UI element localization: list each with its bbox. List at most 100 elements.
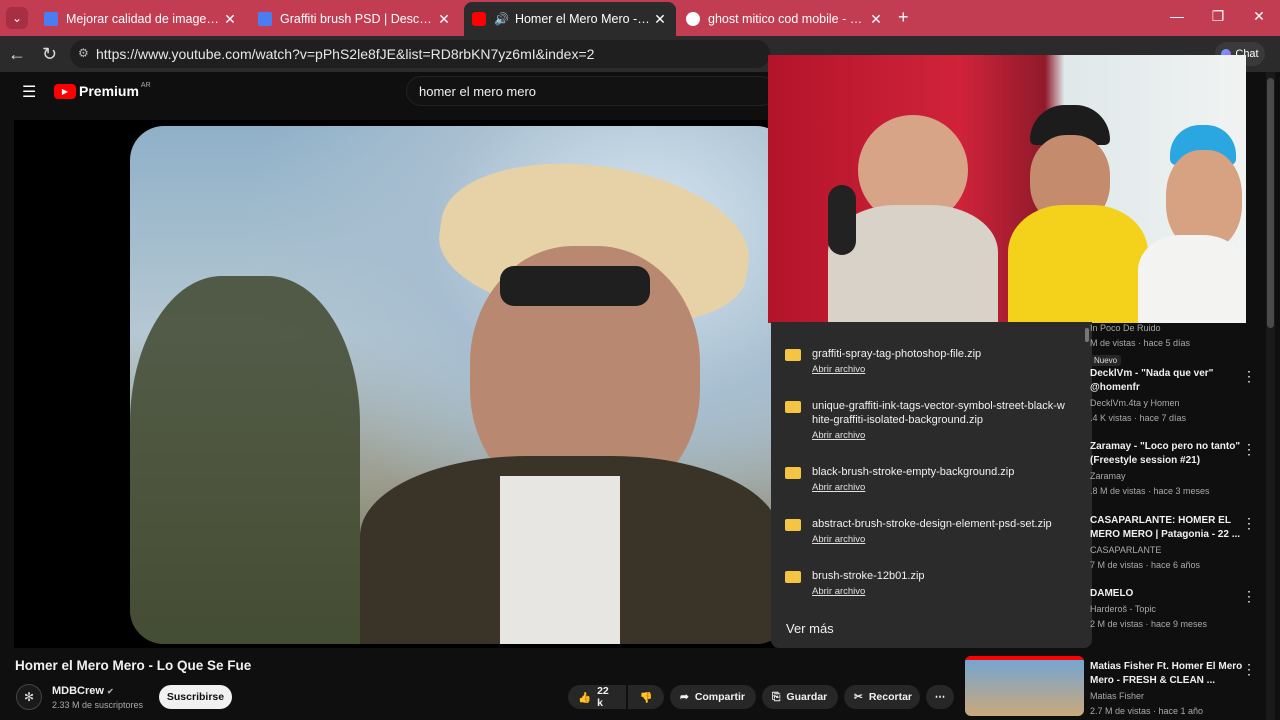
thumbs-down-icon: 👎: [639, 691, 653, 704]
related-video[interactable]: DecklVm - "Nada que ver" @homenfr DecklV…: [1090, 367, 1260, 425]
open-file-link[interactable]: Abrir archivo: [812, 586, 865, 597]
more-options-icon[interactable]: ⋮: [1242, 368, 1256, 385]
download-filename: black-brush-stroke-empty-background.zip: [812, 466, 1015, 478]
tab-youtube-active[interactable]: 🔊 Homer el Mero Mero - Lo Que Se Fue ✕: [464, 2, 676, 36]
speaker-icon[interactable]: 🔊: [494, 12, 509, 26]
related-meta: .8 M de vistas · hace 3 meses: [1090, 486, 1210, 496]
tab-freepik-graffiti[interactable]: Graffiti brush PSD | Descarga gratuita ✕: [250, 4, 460, 34]
download-filename: graffiti-spray-tag-photoshop-file.zip: [812, 348, 982, 360]
related-title: DAMELO: [1090, 588, 1134, 599]
subscribe-button[interactable]: Suscribirse: [159, 685, 232, 709]
scissors-icon: ✂: [854, 691, 863, 703]
maximize-icon[interactable]: ❐: [1206, 8, 1230, 25]
related-meta: 2 M de vistas · hace 9 meses: [1090, 619, 1208, 629]
related-video[interactable]: Zaramay - "Loco pero no tanto" (Freestyl…: [1090, 440, 1260, 498]
address-bar[interactable]: ⚙ https://www.youtube.com/watch?v=pPhS2l…: [70, 40, 770, 68]
folder-icon: [785, 467, 801, 479]
video-player[interactable]: [14, 120, 774, 648]
tab-title: Mejorar calidad de imagen | Freepik: [66, 12, 222, 26]
webcam-overlay: [768, 55, 1246, 323]
share-button[interactable]: ➦ Compartir: [670, 685, 756, 709]
more-actions-button[interactable]: ⋯: [926, 685, 954, 709]
verified-check-icon: ✔: [107, 687, 114, 696]
close-tab-icon[interactable]: ✕: [868, 11, 884, 28]
like-count: 22 k: [597, 685, 609, 709]
close-tab-icon[interactable]: ✕: [436, 11, 452, 28]
back-arrow-icon[interactable]: ←: [8, 44, 26, 65]
close-tab-icon[interactable]: ✕: [652, 11, 668, 28]
tab-title: ghost mitico cod mobile - Buscar con Goo…: [708, 12, 868, 26]
share-label: Compartir: [694, 691, 745, 703]
new-badge: Nuevo: [1090, 355, 1122, 366]
download-filename: abstract-brush-stroke-design-element-psd…: [812, 518, 1052, 530]
related-video[interactable]: Matias Fisher Ft. Homer El Mero Mero - F…: [1090, 660, 1260, 718]
more-options-icon[interactable]: ⋮: [1242, 515, 1256, 532]
save-label: Guardar: [786, 691, 828, 703]
related-meta: M de vistas · hace 5 días: [1090, 338, 1191, 348]
scrollbar-thumb[interactable]: [1267, 78, 1274, 328]
related-meta: .4 K vistas · hace 7 días: [1090, 413, 1187, 423]
tab-google-search[interactable]: ghost mitico cod mobile - Buscar con Goo…: [678, 4, 892, 34]
dislike-button[interactable]: 👎: [628, 685, 664, 709]
related-channel: Matias Fisher: [1090, 691, 1145, 701]
folder-icon: [785, 519, 801, 531]
page-scrollbar[interactable]: [1266, 72, 1275, 720]
close-window-icon[interactable]: ✕: [1247, 8, 1271, 25]
open-file-link[interactable]: Abrir archivo: [812, 364, 865, 375]
video-sunglasses-shape: [500, 266, 650, 306]
menu-hamburger-icon[interactable]: ☰: [22, 82, 36, 102]
folder-icon: [785, 401, 801, 413]
related-title: DecklVm - "Nada que ver" @homenfr: [1090, 368, 1214, 393]
video-trees-shape: [130, 276, 360, 644]
search-input[interactable]: homer el mero mero: [406, 76, 776, 106]
watched-progress-bar: [965, 656, 1084, 660]
channel-name-text: MDBCrew: [52, 685, 104, 697]
folder-icon: [785, 571, 801, 583]
more-options-icon[interactable]: ⋮: [1242, 661, 1256, 678]
webcam-person-middle-shirt: [1008, 205, 1148, 323]
open-file-link[interactable]: Abrir archivo: [812, 534, 865, 545]
youtube-premium-logo[interactable]: ▶ Premium AR: [54, 82, 151, 99]
video-title: Homer el Mero Mero - Lo Que Se Fue: [15, 658, 252, 673]
related-title: Zaramay - "Loco pero no tanto" (Freestyl…: [1090, 441, 1241, 466]
related-thumbnail[interactable]: [965, 656, 1084, 716]
site-info-icon[interactable]: ⚙: [78, 46, 89, 60]
downloads-panel: graffiti-spray-tag-photoshop-file.zip Ab…: [771, 322, 1092, 648]
youtube-play-logo-icon: ▶: [54, 83, 76, 99]
clip-button[interactable]: ✂ Recortar: [844, 685, 920, 709]
freepik-favicon-icon: [258, 12, 272, 26]
webcam-person-right-shirt: [1138, 235, 1246, 323]
open-file-link[interactable]: Abrir archivo: [812, 430, 865, 441]
related-video[interactable]: DAMELO Harderoš - Topic 2 M de vistas · …: [1090, 587, 1260, 631]
more-options-icon[interactable]: ⋮: [1242, 588, 1256, 605]
tab-freepik-mejorar[interactable]: Mejorar calidad de imagen | Freepik ✕: [36, 4, 246, 34]
related-title: CASAPARLANTE: HOMER EL MERO MERO | Patag…: [1090, 515, 1241, 540]
clip-label: Recortar: [868, 691, 912, 703]
reload-icon[interactable]: ↻: [42, 44, 57, 65]
channel-avatar[interactable]: ✻: [16, 684, 42, 710]
download-filename: unique-graffiti-ink-tags-vector-symbol-s…: [812, 400, 1065, 426]
logo-text: Premium: [79, 83, 139, 99]
related-channel: CASAPARLANTE: [1090, 545, 1162, 555]
video-frame: [130, 126, 774, 644]
tab-list-chevron-icon[interactable]: ⌄: [6, 7, 28, 29]
tab-title: Homer el Mero Mero - Lo Que Se Fue: [514, 12, 652, 26]
url-text: https://www.youtube.com/watch?v=pPhS2le8…: [96, 46, 595, 62]
related-video[interactable]: In Poco De Ruido M de vistas · hace 5 dí…: [1090, 320, 1260, 368]
close-tab-icon[interactable]: ✕: [222, 11, 238, 28]
see-more-link[interactable]: Ver más: [786, 621, 834, 636]
downloads-scrollbar[interactable]: [1085, 328, 1089, 342]
related-video[interactable]: CASAPARLANTE: HOMER EL MERO MERO | Patag…: [1090, 514, 1260, 572]
more-options-icon[interactable]: ⋮: [1242, 441, 1256, 458]
minimize-icon[interactable]: —: [1165, 8, 1189, 24]
open-file-link[interactable]: Abrir archivo: [812, 482, 865, 493]
channel-name[interactable]: MDBCrew ✔: [52, 685, 114, 697]
folder-icon: [785, 349, 801, 361]
like-button[interactable]: 👍 22 k: [568, 685, 626, 709]
youtube-favicon-icon: [472, 12, 486, 26]
thumbs-up-icon: 👍: [578, 691, 592, 704]
save-button[interactable]: ⎘ Guardar: [762, 685, 838, 709]
new-tab-button[interactable]: +: [898, 7, 909, 28]
more-horizontal-icon: ⋯: [934, 691, 946, 703]
related-channel: DecklVm.4ta y Homen: [1090, 398, 1180, 408]
